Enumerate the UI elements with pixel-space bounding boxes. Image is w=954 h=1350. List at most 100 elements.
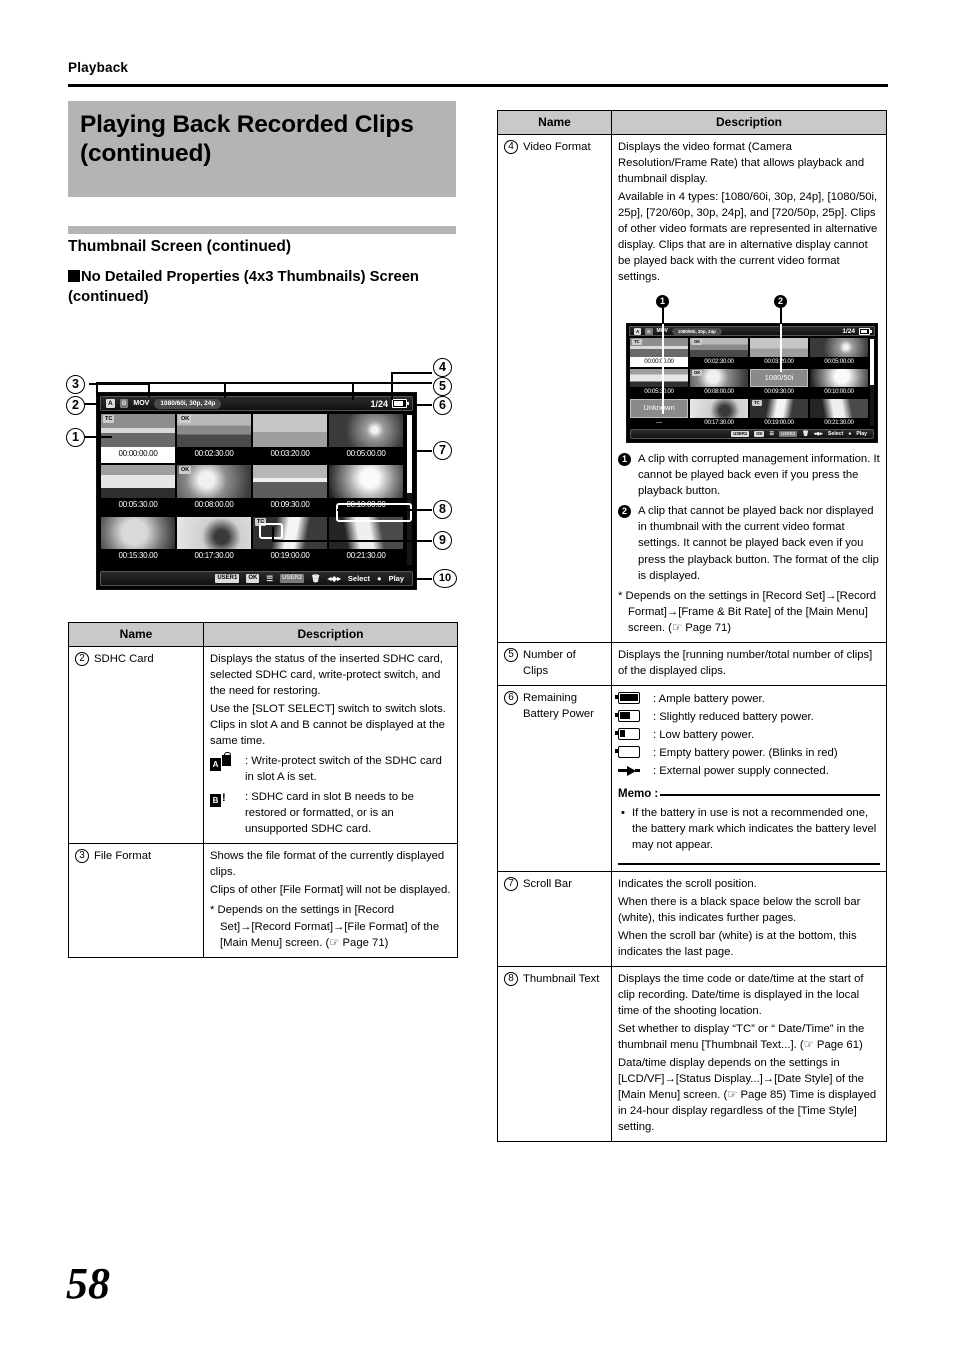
row-name-cell: 5 Number of Clips bbox=[497, 641, 612, 686]
table-row: 2 SDHC Card Displays the status of the in… bbox=[68, 646, 458, 845]
thumbnail-cell[interactable]: OK 00:08:00.00 bbox=[177, 465, 251, 514]
running-head: Playback bbox=[68, 60, 129, 75]
thumbnail-cell[interactable]: 1080/50i 00:09:30.00 bbox=[750, 368, 808, 397]
trash-icon: 🗑 bbox=[311, 574, 321, 583]
power-plug-icon bbox=[618, 763, 648, 780]
thumbnail-text: 00:05:30.00 bbox=[118, 499, 158, 509]
section-rule bbox=[68, 226, 456, 234]
thumbnail-text: 00:03:20.00 bbox=[270, 448, 310, 458]
thumbnail-text: 00:05:00.00 bbox=[824, 358, 854, 365]
thumbnail-cell[interactable]: 00:21:30.00 bbox=[810, 398, 868, 427]
thumbnail-cell[interactable]: 00:03:20.00 bbox=[253, 414, 327, 463]
leader-line bbox=[391, 372, 393, 400]
thumbnail-text: 00:21:30.00 bbox=[346, 551, 386, 561]
thumbnail-cell[interactable]: 00:10:00.00 bbox=[810, 368, 868, 397]
thumbnail-cell[interactable]: 00:09:30.00 bbox=[253, 465, 327, 514]
thumbnail-cell[interactable]: 00:05:30.00 bbox=[630, 368, 688, 397]
thumbnail-cell[interactable]: OK 00:08:00.00 bbox=[690, 368, 748, 397]
select-label: Select bbox=[347, 574, 371, 583]
inset-note: 1 A clip with corrupted management infor… bbox=[618, 451, 880, 499]
leader-line bbox=[352, 382, 354, 400]
slot-a-icon: A bbox=[634, 327, 642, 335]
battery-definition: : External power supply connected. bbox=[618, 763, 880, 780]
thumbnail-text: 00:08:00.00 bbox=[704, 388, 734, 396]
user1-button-label: USER1 bbox=[215, 574, 240, 583]
thumbnail-cell[interactable]: 00:15:30.00 bbox=[101, 516, 175, 566]
leader-line bbox=[272, 527, 274, 541]
thumbnail-cell[interactable]: OK 00:02:30.00 bbox=[177, 414, 251, 463]
battery-empty-icon bbox=[615, 745, 648, 762]
description-paragraph: Displays the video format (Camera Resolu… bbox=[618, 141, 865, 186]
thumbnail-cell[interactable]: TC 00:19:00.00 bbox=[750, 398, 808, 427]
table-row: 6 Remaining Battery Power : Ample battery… bbox=[497, 684, 887, 872]
row-name-cell: 2 SDHC Card bbox=[68, 646, 204, 845]
slot-a-icon: A bbox=[106, 399, 115, 408]
thumbnail-cell[interactable]: 00:17:30.00 bbox=[177, 516, 251, 566]
thumbnail-cell[interactable]: TC 00:00:00.00 bbox=[101, 414, 175, 464]
thumbnail-text: 00:02:30.00 bbox=[704, 358, 734, 365]
thumbnail-cell[interactable]: 00:05:00.00 bbox=[329, 414, 403, 463]
thumbnail-badge: OK bbox=[692, 339, 703, 346]
thumbnail-cell[interactable]: 00:05:00.00 bbox=[810, 338, 868, 366]
row-name-cell: 7 Scroll Bar bbox=[497, 870, 612, 967]
bullet-square-icon bbox=[68, 270, 80, 282]
inset-marker-1: 1 bbox=[656, 295, 669, 309]
leader-line bbox=[148, 383, 150, 397]
thumbnail-image bbox=[253, 414, 327, 447]
thumbnail-image: OK bbox=[177, 465, 251, 498]
lcd-thumbnail-screen: A B MOV 1080/60i, 30p, 24p 1/24 TC 00:00… bbox=[96, 392, 417, 590]
thumbnail-text: 00:00:00.00 bbox=[644, 358, 674, 365]
row-description-cell: Shows the file format of the currently d… bbox=[203, 843, 458, 958]
row-name-label: Thumbnail Text bbox=[523, 972, 600, 985]
right-spec-table: Name Description 4 Video Format Displays … bbox=[497, 109, 887, 1143]
leader-line bbox=[337, 509, 432, 511]
description-paragraph: Displays the status of the inserted SDHC… bbox=[210, 653, 443, 698]
thumbnail-image: TC bbox=[750, 398, 808, 418]
row-number-badge: 2 bbox=[75, 652, 89, 667]
note-number-badge: 2 bbox=[618, 505, 631, 519]
thumbnail-text: 00:15:30.00 bbox=[118, 551, 158, 561]
thumbnail-badge: TC bbox=[103, 415, 115, 423]
row-description-cell: Displays the video format (Camera Resolu… bbox=[611, 134, 887, 643]
thumbnail-image bbox=[810, 338, 868, 357]
row-number-badge: 3 bbox=[75, 849, 89, 864]
thumbnail-text: 00:08:00.00 bbox=[194, 499, 234, 509]
chapter-title-block: Playing Back Recorded Clips (continued) bbox=[68, 101, 456, 197]
lcd-status-bar: A B MOV 1080/60i, 30p, 24p 1/24 bbox=[100, 396, 413, 411]
thumbnail-image bbox=[630, 368, 688, 388]
clip-count-label: 1/24 bbox=[370, 398, 388, 409]
row-number-badge: 8 bbox=[504, 971, 518, 986]
thumbnail-image bbox=[329, 465, 403, 498]
thumbnail-cell[interactable]: Unknown — bbox=[630, 398, 688, 427]
left-spec-table: Name Description 2 SDHC Card Displays the… bbox=[68, 621, 458, 958]
description-paragraph: Available in 4 types: [1080/60i, 30p, 24… bbox=[618, 191, 878, 284]
battery-definition-text: : Slightly reduced battery power. bbox=[653, 710, 814, 723]
column-header-name: Name bbox=[68, 621, 204, 648]
footnote: * Depends on the settings in [Record Set… bbox=[210, 904, 440, 949]
section-heading: Thumbnail Screen (continued) bbox=[68, 238, 292, 255]
thumbnail-badge: OK bbox=[179, 466, 192, 475]
thumbnail-cell[interactable]: OK 00:02:30.00 bbox=[690, 338, 748, 366]
battery-definition: : Low battery power. bbox=[615, 727, 880, 744]
battery-definition-text: : Ample battery power. bbox=[653, 692, 765, 705]
note-number-badge: 1 bbox=[618, 453, 631, 467]
scroll-bar[interactable] bbox=[870, 339, 874, 427]
thumbnail-text: 00:10:00.00 bbox=[824, 388, 854, 396]
table-row: 7 Scroll Bar Indicates the scroll positio… bbox=[497, 870, 887, 967]
callout-4: 4 bbox=[433, 358, 452, 377]
description-paragraph: When the scroll bar (white) is at the bo… bbox=[618, 929, 857, 958]
battery-full-icon bbox=[615, 691, 648, 708]
card-b-alert-icon: B! bbox=[210, 789, 240, 837]
scroll-bar[interactable] bbox=[407, 415, 412, 565]
thumbnail-image bbox=[101, 465, 175, 498]
thumbnail-text: 00:19:00.00 bbox=[764, 418, 794, 426]
select-label: Select bbox=[827, 430, 844, 437]
thumbnail-cell[interactable]: TC 00:00:00.00 bbox=[630, 338, 688, 367]
leader-line bbox=[272, 540, 432, 542]
table-row: 8 Thumbnail Text Displays the time code o… bbox=[497, 965, 887, 1143]
subsection-heading: No Detailed Properties (4x3 Thumbnails) … bbox=[68, 268, 468, 308]
play-label: Play bbox=[856, 430, 867, 437]
thumbnail-cell[interactable]: 00:05:30.00 bbox=[101, 465, 175, 514]
thumbnail-cell[interactable]: 00:03:20.00 bbox=[750, 338, 808, 366]
thumbnail-cell[interactable]: 00:17:30.00 bbox=[690, 398, 748, 427]
